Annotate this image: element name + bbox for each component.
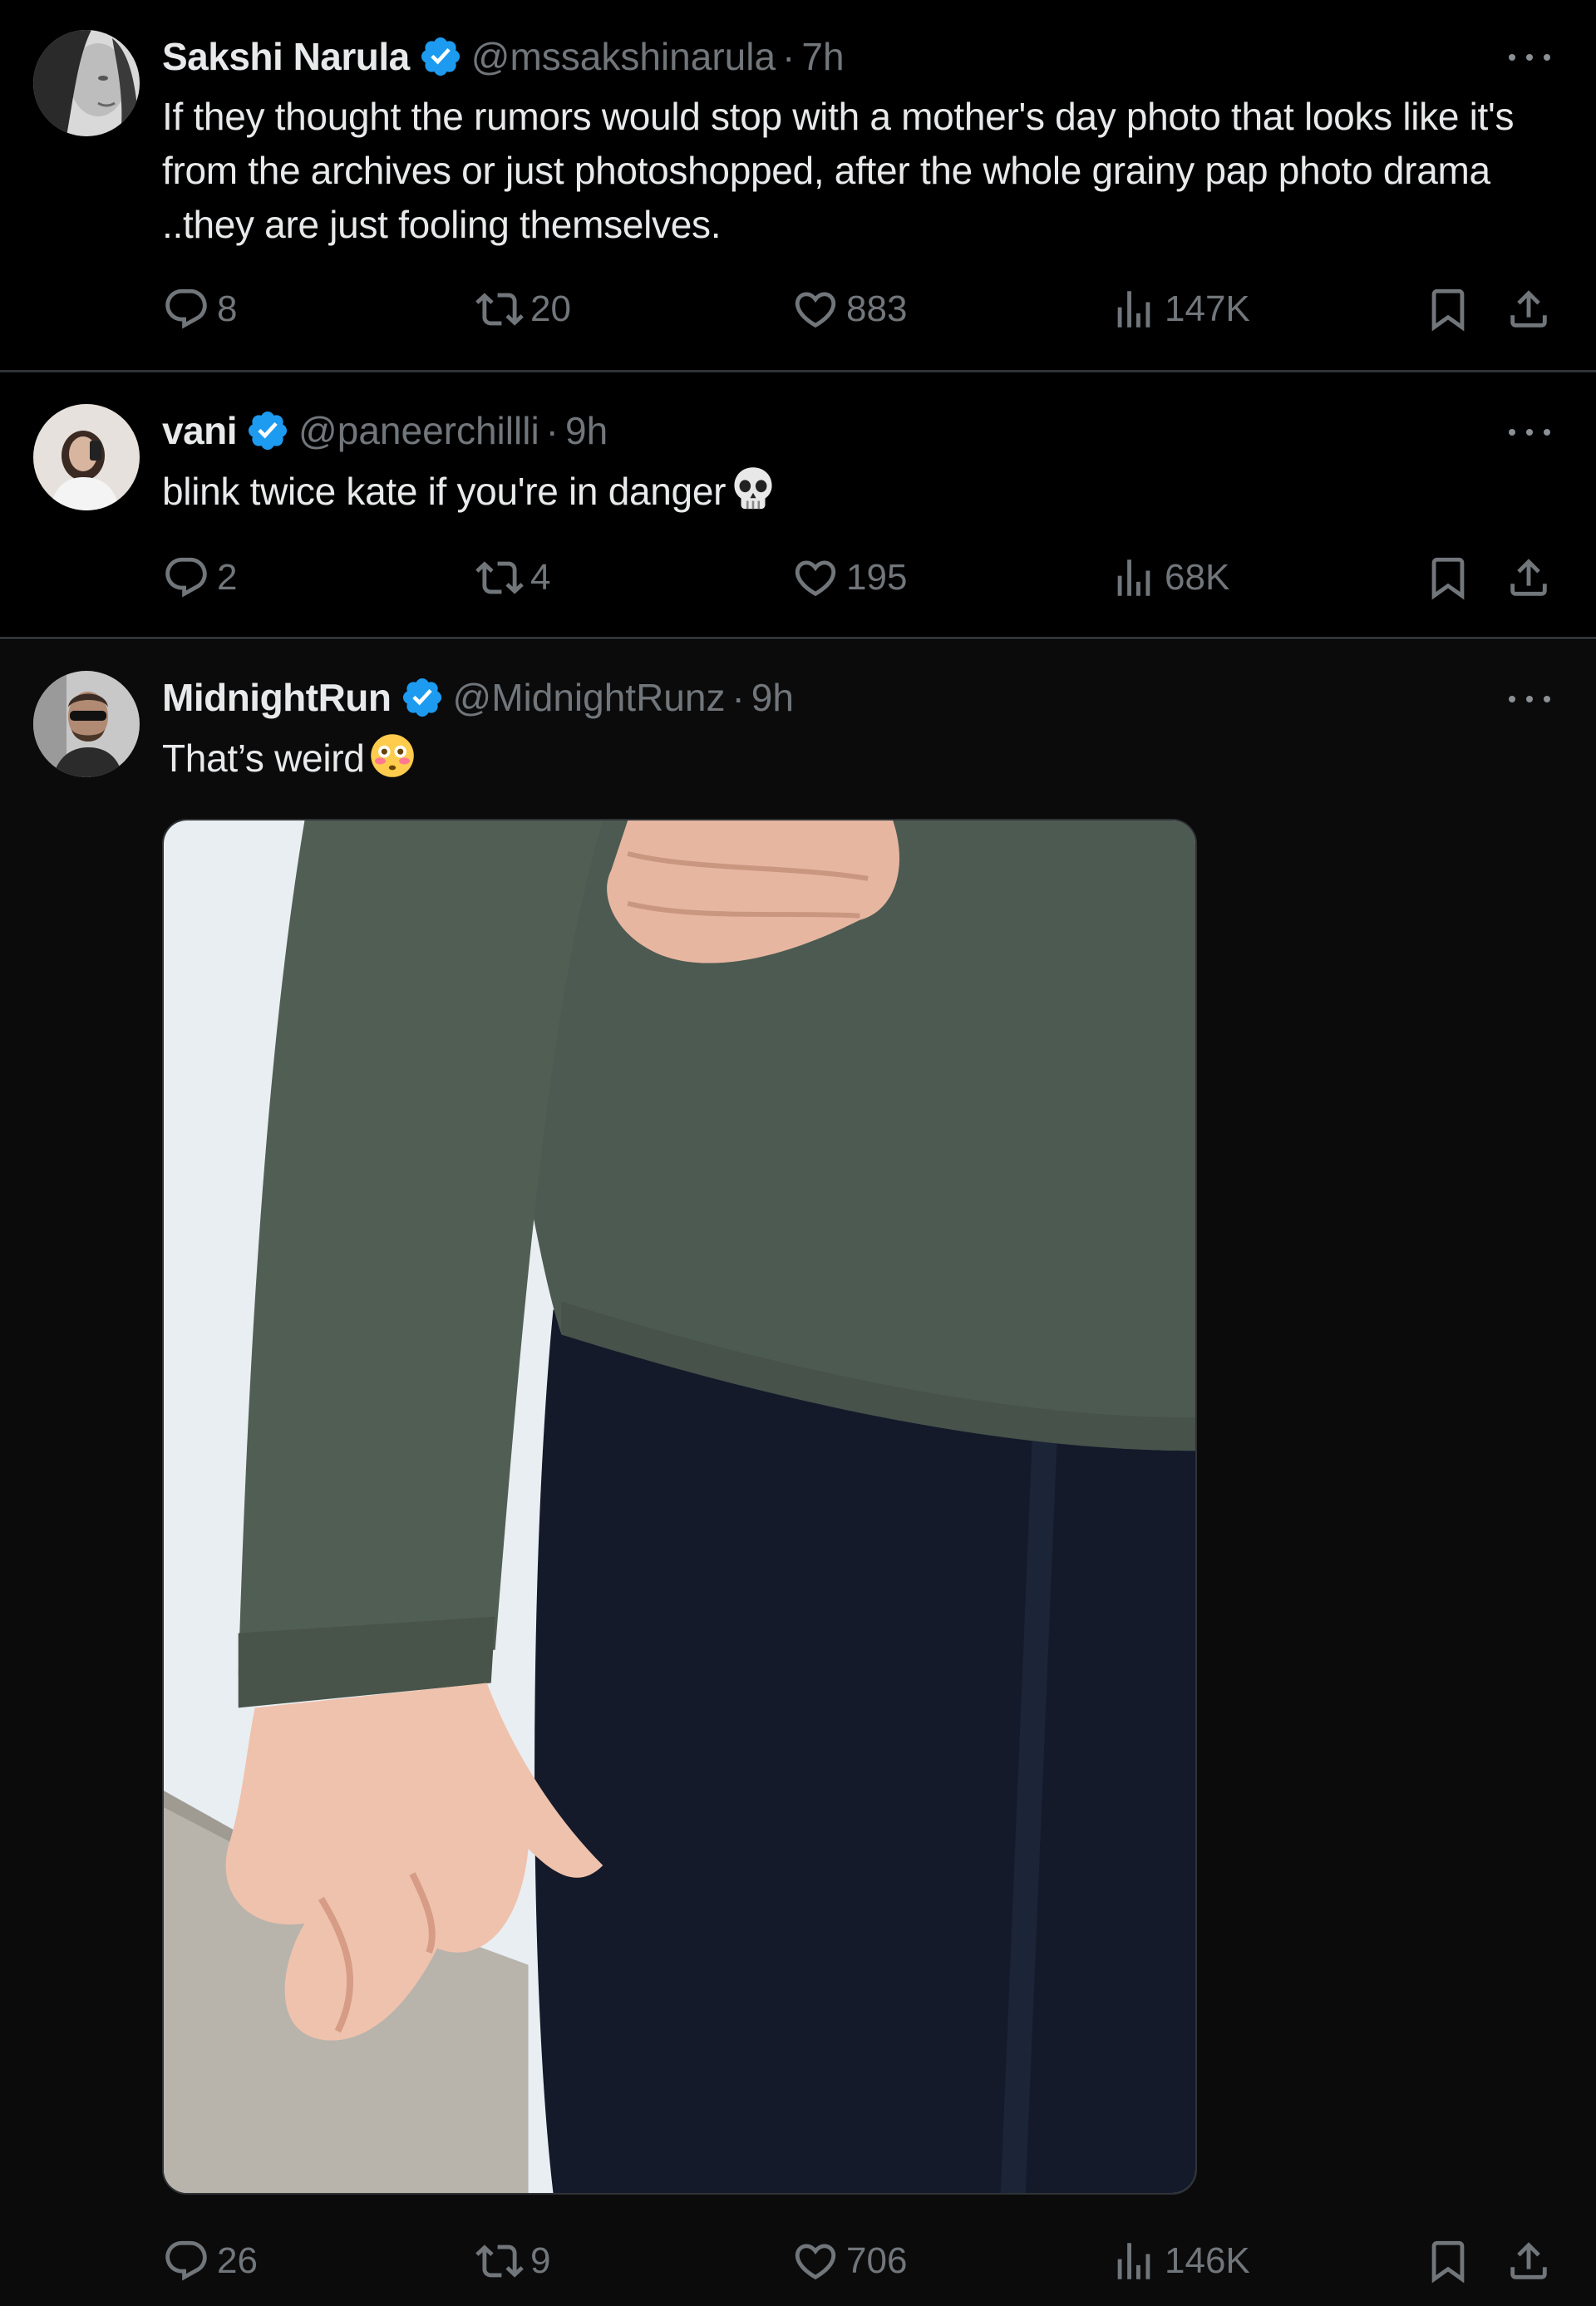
like-button[interactable]: 195 (791, 553, 907, 603)
bookmark-button[interactable] (1424, 2236, 1472, 2286)
heart-icon (795, 560, 836, 597)
author-handle[interactable]: @paneerchillli (298, 408, 539, 453)
share-button[interactable] (1505, 284, 1553, 334)
repost-count: 20 (530, 288, 571, 329)
views-count: 147K (1165, 288, 1250, 329)
heart-icon (795, 2244, 836, 2280)
views-chart-icon (1117, 2243, 1150, 2279)
author-handle[interactable]: @MidnightRunz (453, 675, 726, 720)
timestamp[interactable]: 9h (565, 408, 608, 453)
bookmark-icon (1431, 288, 1465, 332)
verified-badge-icon (421, 37, 460, 76)
timestamp[interactable]: 9h (751, 675, 794, 720)
bookmark-icon (1431, 557, 1465, 600)
tweet-photo[interactable] (162, 819, 1197, 2195)
tweet-text: blink twice kate if you're in danger (162, 470, 727, 513)
avatar[interactable] (33, 30, 140, 136)
divider (0, 370, 1596, 372)
reply-icon (165, 2240, 207, 2281)
tweet-3[interactable]: MidnightRun @MidnightRunz · 9h That’s we… (0, 640, 1596, 2306)
separator-dot: · (782, 35, 796, 78)
verified-badge-icon (248, 411, 288, 451)
reply-count: 2 (217, 557, 238, 598)
views-chart-icon (1117, 291, 1150, 328)
more-options-icon[interactable] (1509, 426, 1550, 438)
more-options-icon[interactable] (1509, 693, 1550, 705)
like-count: 195 (846, 557, 908, 598)
views-button[interactable]: 146K (1110, 2236, 1250, 2286)
reply-icon (165, 288, 207, 329)
repost-count: 9 (530, 2240, 551, 2281)
flushed-face-emoji (370, 734, 414, 777)
reply-count: 8 (217, 288, 238, 329)
reply-count: 26 (217, 2240, 258, 2281)
repost-count: 4 (530, 557, 551, 598)
repost-icon (475, 293, 524, 326)
avatar[interactable] (33, 671, 140, 777)
separator-dot: · (545, 409, 559, 452)
share-icon (1510, 290, 1547, 328)
share-icon (1510, 559, 1547, 596)
more-options-icon[interactable] (1509, 52, 1550, 63)
verified-badge-icon (402, 678, 441, 717)
repost-icon (475, 2244, 524, 2278)
views-chart-icon (1117, 559, 1150, 596)
author-name[interactable]: MidnightRun (162, 675, 392, 720)
author-name[interactable]: vani (162, 408, 238, 453)
bookmark-button[interactable] (1424, 284, 1472, 334)
timestamp[interactable]: 7h (801, 34, 844, 79)
share-icon (1510, 2242, 1547, 2279)
tweet-1[interactable]: Sakshi Narula @mssakshinarula · 7h If th… (0, 0, 1596, 372)
share-button[interactable] (1505, 553, 1553, 603)
repost-button[interactable]: 20 (475, 284, 571, 334)
skull-emoji (734, 467, 772, 510)
like-count: 883 (846, 288, 908, 329)
like-button[interactable]: 706 (791, 2236, 907, 2286)
views-count: 146K (1165, 2240, 1250, 2281)
reply-button[interactable]: 8 (162, 284, 237, 334)
reply-button[interactable]: 26 (162, 2236, 258, 2286)
repost-button[interactable]: 4 (475, 553, 550, 603)
heart-icon (795, 292, 836, 328)
share-button[interactable] (1505, 2236, 1553, 2286)
tweet-2[interactable]: vani @paneerchillli · 9h blink twice kat… (0, 373, 1596, 638)
author-name[interactable]: Sakshi Narula (162, 34, 410, 79)
views-button[interactable]: 147K (1110, 284, 1250, 334)
like-button[interactable]: 883 (791, 284, 907, 334)
tweet-text: That’s weird (162, 737, 365, 780)
repost-button[interactable]: 9 (475, 2236, 550, 2286)
author-handle[interactable]: @mssakshinarula (471, 34, 776, 79)
views-button[interactable]: 68K (1110, 553, 1229, 603)
repost-icon (475, 561, 524, 594)
bookmark-button[interactable] (1424, 553, 1472, 603)
tweet-body: That’s weird (162, 732, 1559, 786)
like-count: 706 (846, 2240, 908, 2281)
avatar[interactable] (33, 404, 140, 510)
views-count: 68K (1165, 557, 1230, 598)
tweet-text: If they thought the rumors would stop wi… (162, 95, 1515, 246)
bookmark-icon (1431, 2240, 1465, 2284)
tweet-body: blink twice kate if you're in danger (162, 465, 1559, 519)
reply-icon (165, 557, 207, 598)
separator-dot: · (732, 676, 745, 719)
reply-button[interactable]: 2 (162, 553, 237, 603)
divider (0, 637, 1596, 639)
